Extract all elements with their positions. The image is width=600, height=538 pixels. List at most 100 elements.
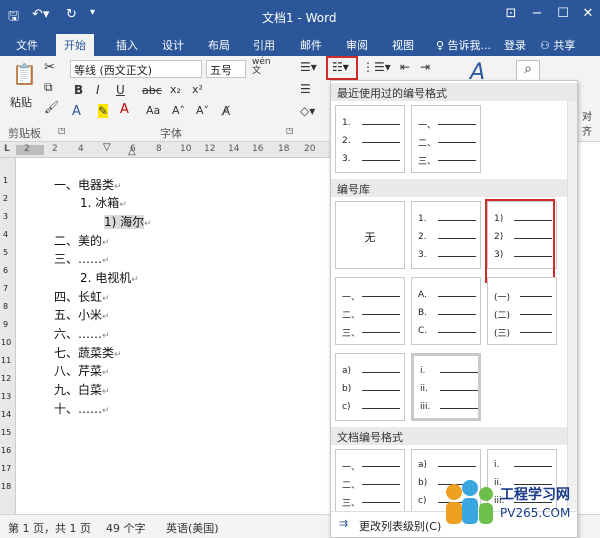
superscript-button[interactable]: x²	[192, 83, 203, 96]
increase-indent-icon[interactable]: ⇥	[420, 60, 430, 74]
numbering-option-hovered[interactable]: i. ii. iii.	[411, 353, 481, 421]
watermark-url: PV265.COM	[500, 506, 571, 520]
list-item[interactable]: 七、蔬菜类↵	[54, 344, 122, 361]
decrease-indent-icon[interactable]: ⇤	[400, 60, 410, 74]
first-line-indent-marker[interactable]: ▽	[103, 142, 111, 153]
italic-button[interactable]: I	[96, 83, 100, 97]
numbering-label: c)	[418, 496, 427, 506]
tab-insert[interactable]: 插入	[116, 37, 138, 53]
phonetic-guide-icon[interactable]: wén 文	[252, 58, 271, 76]
clipboard-launcher-icon[interactable]: ◳	[58, 126, 66, 135]
panel-scrollbar[interactable]	[567, 101, 577, 509]
list-item[interactable]: 2. 电视机↵	[80, 269, 139, 286]
maximize-button[interactable]: ☐	[552, 6, 574, 26]
numbering-icon: ☷▾	[332, 60, 349, 74]
document-page[interactable]: 一、电器类↵ 1. 冰箱↵ 1) 海尔↵ 二、美的↵ 三、……↵ 2. 电视机↵…	[16, 158, 330, 514]
clipboard-icon[interactable]: 📋	[12, 62, 37, 86]
shrink-font-button[interactable]: A˅	[196, 104, 209, 117]
close-button[interactable]: ✕	[577, 6, 599, 26]
watermark-title: 工程学习网	[500, 487, 570, 503]
tab-review[interactable]: 审阅	[346, 37, 368, 53]
numbering-button-highlight[interactable]: ☷▾	[326, 56, 358, 80]
vertical-ruler[interactable]: 1 2 3 4 5 6 7 8 9 10 11 12 13 14 15 16 1…	[0, 158, 16, 514]
underline-button[interactable]: U	[116, 83, 125, 97]
tab-design[interactable]: 设计	[162, 37, 184, 53]
minimize-button[interactable]: −	[526, 6, 548, 26]
tab-mailings[interactable]: 邮件	[300, 37, 322, 53]
save-icon[interactable]: 🖫	[8, 7, 19, 29]
format-painter-icon[interactable]: 🖌	[44, 100, 59, 114]
highlight-icon[interactable]: ✎	[98, 104, 109, 118]
change-case-button[interactable]: Aa	[146, 104, 160, 117]
cut-icon[interactable]: ✂	[44, 60, 55, 75]
tab-references[interactable]: 引用	[253, 37, 275, 53]
font-launcher-icon[interactable]: ◳	[286, 126, 294, 135]
tab-view[interactable]: 视图	[392, 37, 414, 53]
tab-home[interactable]: 开始	[56, 34, 94, 56]
ruler-tick: 10	[1, 338, 12, 347]
align-left-icon[interactable]: ☰	[300, 82, 311, 96]
numbering-option[interactable]: 一、 二、 三、	[335, 449, 405, 517]
list-item-selected[interactable]: 1) 海尔↵	[104, 213, 152, 230]
strikethrough-button[interactable]: abc	[142, 84, 162, 97]
watermark-logo	[446, 480, 493, 524]
numbering-label: 三、	[418, 157, 437, 167]
horizontal-ruler[interactable]: L 2 2 4 ▽ △ 6 8 10 12 14 16 18 20	[0, 142, 330, 158]
numbering-option[interactable]: 一、 二、 三、	[411, 105, 481, 173]
redo-icon[interactable]: ↻	[66, 7, 77, 22]
tab-file[interactable]: 文件	[16, 37, 38, 53]
numbering-option[interactable]: (一) (二) (三)	[487, 277, 557, 345]
grow-font-button[interactable]: A˄	[172, 104, 185, 117]
bold-button[interactable]: B	[74, 83, 83, 97]
shading-icon[interactable]: ◇▾	[300, 104, 315, 118]
list-item[interactable]: 九、白菜↵	[54, 381, 110, 398]
list-item[interactable]: 五、小米↵	[54, 306, 110, 323]
list-item[interactable]: 一、电器类↵	[54, 176, 122, 193]
list-item[interactable]: 八、芹菜↵	[54, 362, 110, 379]
find-icon[interactable]: ⌕	[516, 60, 540, 82]
paragraph-mark: ↵	[102, 406, 110, 416]
list-item[interactable]: 1. 冰箱↵	[80, 194, 127, 211]
numbering-label: iii.	[420, 402, 431, 412]
numbering-option[interactable]: 1. 2. 3.	[411, 201, 481, 269]
page-count[interactable]: 第 1 页，共 1 页	[8, 520, 91, 536]
tab-layout[interactable]: 布局	[208, 37, 230, 53]
share-button[interactable]: ⚇ 共享	[540, 37, 575, 53]
numbering-option[interactable]: 1. 2. 3.	[335, 105, 405, 173]
paste-button[interactable]: 粘贴	[10, 94, 32, 110]
numbering-option-none[interactable]: 无	[335, 201, 405, 269]
tell-me-box[interactable]: ♀ 告诉我...	[436, 37, 491, 53]
font-size-select[interactable]: 五号	[206, 60, 246, 78]
numbering-option[interactable]: a) b) c)	[335, 353, 405, 421]
ruler-tick: 2	[3, 194, 9, 203]
copy-icon[interactable]: ⧉	[44, 80, 53, 95]
list-item[interactable]: 四、长虹↵	[54, 288, 110, 305]
clear-format-icon[interactable]: A̸	[222, 104, 230, 118]
font-name-select[interactable]: 等线 (西文正文)	[70, 60, 202, 78]
word-count[interactable]: 49 个字	[106, 520, 146, 536]
ruler-tick: 6	[130, 144, 136, 154]
list-item[interactable]: 六、……↵	[54, 325, 110, 342]
numbering-option[interactable]: A. B. C.	[411, 277, 481, 345]
ruler-tick: 2	[52, 144, 58, 154]
multilevel-list-icon[interactable]: ⋮☰▾	[362, 60, 391, 74]
font-color-button[interactable]: A	[120, 102, 129, 117]
numbering-label: (二)	[494, 311, 511, 321]
list-item[interactable]: 二、美的↵	[54, 232, 110, 249]
language-indicator[interactable]: 英语(美国)	[166, 520, 219, 536]
subscript-button[interactable]: x₂	[170, 83, 181, 96]
ruler-tick: 11	[1, 356, 12, 365]
text-effects-icon[interactable]: A	[72, 104, 81, 119]
numbering-option[interactable]: 一、 二、 三、	[335, 277, 405, 345]
list-item-text: 2. 电视机	[80, 271, 132, 285]
list-item[interactable]: 十、……↵	[54, 400, 110, 417]
ruler-tick: 2	[24, 144, 30, 154]
ribbon-display-options-icon[interactable]: ⊡	[500, 6, 522, 26]
undo-icon[interactable]: ↶▾	[32, 7, 49, 22]
list-item[interactable]: 三、……↵	[54, 250, 110, 267]
sign-in-link[interactable]: 登录	[504, 37, 526, 53]
font-group-label: 字体	[160, 127, 182, 140]
tab-stop-selector[interactable]: L	[4, 144, 10, 154]
bullets-icon[interactable]: ☰▾	[300, 60, 317, 74]
customize-qat-icon[interactable]: ▾	[90, 7, 95, 18]
